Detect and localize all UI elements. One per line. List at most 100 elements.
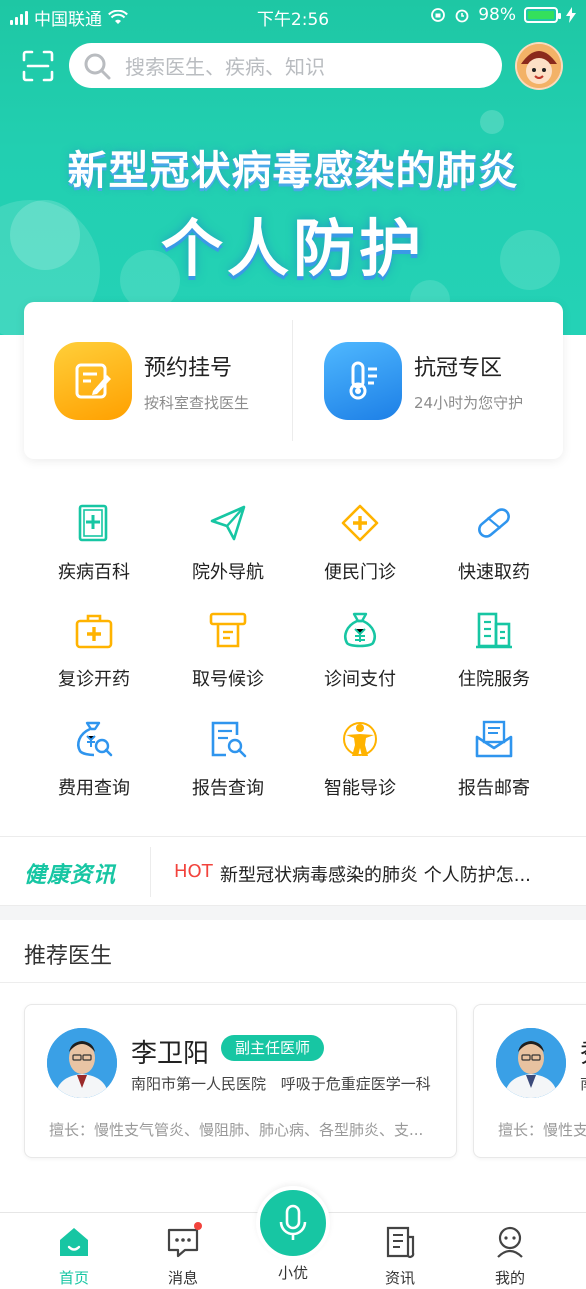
cost-search-icon xyxy=(74,719,114,759)
clinic-cross-icon xyxy=(340,503,380,543)
message-icon xyxy=(166,1222,202,1259)
main-entry-card: 预约挂号 按科室查找医生 抗冠专区 24小时为您守护 xyxy=(24,302,563,459)
tab-messages[interactable]: 消息 xyxy=(143,1222,223,1288)
service-label: 取号候诊 xyxy=(192,669,264,690)
covid-zone-entry[interactable]: 抗冠专区 24小时为您守护 xyxy=(324,342,523,420)
thermometer-icon xyxy=(324,342,402,420)
tab-profile[interactable]: 我的 xyxy=(470,1225,550,1288)
cartoon-avatar-icon xyxy=(517,44,561,88)
user-avatar[interactable] xyxy=(515,42,563,90)
section-gap xyxy=(0,906,586,920)
banner-title: 新型冠状病毒感染的肺炎 xyxy=(67,148,519,194)
service-clinic[interactable]: 便民门诊 xyxy=(290,503,430,584)
tab-label[interactable]: 小优 xyxy=(256,1262,330,1283)
service-label: 报告邮寄 xyxy=(458,778,530,799)
hero-banner[interactable]: 中国联通 下午2:56 98% 搜索医生、疾病、知识 新型冠状病毒感染的肺炎 个… xyxy=(0,0,586,335)
service-report-query[interactable]: 报告查询 xyxy=(158,719,298,800)
paper-plane-icon xyxy=(208,503,248,543)
service-label: 诊间支付 xyxy=(324,669,396,690)
doctor-hospital-line: 南阳市第一人民医院 呼吸于危重症医学一科 xyxy=(131,1073,431,1094)
search-icon xyxy=(84,53,111,79)
doctor-name: 秀 xyxy=(580,1033,586,1070)
alarm-icon xyxy=(455,9,469,23)
appointment-subtitle: 按科室查找医生 xyxy=(144,393,250,412)
doctor-hospital-line: 南 xyxy=(580,1073,586,1094)
mail-report-icon xyxy=(474,719,514,759)
service-label: 疾病百科 xyxy=(58,562,130,583)
service-label: 住院服务 xyxy=(458,669,530,690)
hospital-building-icon xyxy=(474,610,514,650)
service-label: 复诊开药 xyxy=(58,669,130,690)
app-page: 中国联通 下午2:56 98% 搜索医生、疾病、知识 新型冠状病毒感染的肺炎 个… xyxy=(0,0,586,1289)
doctor-specialty: 擅长：慢性支 xyxy=(498,1121,586,1139)
health-news-logo: 健康资讯 xyxy=(24,863,117,888)
medical-book-icon xyxy=(74,503,114,543)
service-navigation[interactable]: 院外导航 xyxy=(158,503,298,584)
appointment-entry[interactable]: 预约挂号 按科室查找医生 xyxy=(54,342,249,420)
news-headline[interactable]: 新型冠状病毒感染的肺炎 个人防护怎... xyxy=(220,861,531,887)
money-bag-icon xyxy=(340,610,380,650)
news-icon xyxy=(383,1225,417,1259)
medical-kit-icon xyxy=(74,610,114,650)
service-smart-guide[interactable]: 智能导诊 xyxy=(290,719,430,800)
card-divider xyxy=(292,320,293,441)
covid-zone-subtitle: 24小时为您守护 xyxy=(414,393,524,412)
doctor-card[interactable]: 秀 南 擅长：慢性支 xyxy=(473,1004,586,1158)
ticket-machine-icon xyxy=(208,610,248,650)
service-cost-query[interactable]: 费用查询 xyxy=(24,719,164,800)
home-icon xyxy=(57,1225,91,1259)
service-label: 院外导航 xyxy=(192,562,264,583)
news-divider xyxy=(150,847,151,897)
rotation-lock-icon xyxy=(431,8,446,22)
tab-news[interactable]: 资讯 xyxy=(360,1225,440,1288)
service-label: 便民门诊 xyxy=(324,562,396,583)
battery-icon xyxy=(524,7,561,23)
virus-decor-icon xyxy=(480,110,504,134)
battery-percent: 98% xyxy=(478,5,516,25)
service-label: 快速取药 xyxy=(458,562,530,583)
profile-icon xyxy=(493,1225,527,1259)
service-queue[interactable]: 取号候诊 xyxy=(158,610,298,691)
status-bar: 中国联通 下午2:56 98% xyxy=(0,0,586,32)
doctor-name: 李卫阳 xyxy=(131,1039,210,1069)
health-news-strip[interactable]: 健康资讯 HOT 新型冠状病毒感染的肺炎 个人防护怎... xyxy=(0,836,586,906)
scan-icon[interactable] xyxy=(22,50,54,82)
tab-label: 首页 xyxy=(58,1269,89,1287)
voice-assistant-button[interactable] xyxy=(256,1186,330,1260)
doctor-photo xyxy=(47,1028,117,1098)
hot-tag: HOT xyxy=(174,861,213,882)
pill-icon xyxy=(474,503,514,543)
doctor-hospital: 南 xyxy=(580,1075,586,1093)
tab-label: 我的 xyxy=(494,1269,525,1287)
doctor-specialty: 擅长：慢性支气管炎、慢阻肺、肺心病、各型肺炎、支... xyxy=(49,1121,424,1139)
service-disease-wiki[interactable]: 疾病百科 xyxy=(24,503,164,584)
service-label: 费用查询 xyxy=(58,778,130,799)
service-inpatient[interactable]: 住院服务 xyxy=(424,610,564,691)
charging-icon xyxy=(566,7,576,23)
service-label: 报告查询 xyxy=(192,778,264,799)
doctor-department: 呼吸于危重症医学一科 xyxy=(280,1075,431,1093)
search-placeholder: 搜索医生、疾病、知识 xyxy=(125,55,325,79)
recommend-title: 推荐医生 xyxy=(24,944,113,969)
search-bar[interactable]: 搜索医生、疾病、知识 xyxy=(69,43,502,88)
service-revisit[interactable]: 复诊开药 xyxy=(24,610,164,691)
tab-home[interactable]: 首页 xyxy=(34,1225,114,1288)
appointment-title: 预约挂号 xyxy=(144,355,233,381)
edit-note-icon xyxy=(54,342,132,420)
service-payment[interactable]: 诊间支付 xyxy=(290,610,430,691)
banner-subtitle: 个人防护 xyxy=(160,212,425,285)
service-report-mail[interactable]: 报告邮寄 xyxy=(424,719,564,800)
covid-zone-title: 抗冠专区 xyxy=(414,355,503,381)
doctor-title-badge: 副主任医师 xyxy=(221,1035,325,1061)
tab-label: 消息 xyxy=(167,1269,198,1287)
microphone-icon xyxy=(279,1204,307,1240)
person-guide-icon xyxy=(340,719,380,759)
doctor-hospital: 南阳市第一人民医院 xyxy=(131,1075,267,1093)
tab-label: 资讯 xyxy=(384,1269,415,1287)
doctor-card[interactable]: 李卫阳 副主任医师 南阳市第一人民医院 呼吸于危重症医学一科 擅长：慢性支气管炎… xyxy=(24,1004,457,1158)
unread-dot xyxy=(194,1222,202,1230)
service-label: 智能导诊 xyxy=(324,778,396,799)
section-divider xyxy=(0,982,586,983)
service-quick-medicine[interactable]: 快速取药 xyxy=(424,503,564,584)
report-search-icon xyxy=(208,719,248,759)
